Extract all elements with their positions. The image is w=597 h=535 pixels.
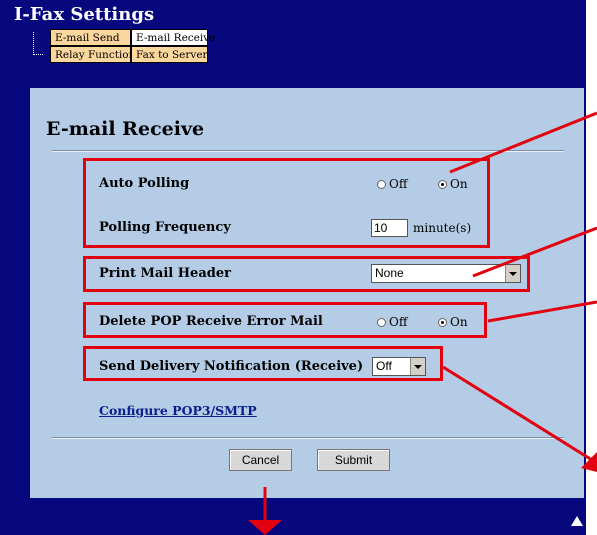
arrow-line-delete-pop	[487, 300, 597, 323]
arrow-line-delivery	[442, 365, 593, 462]
annotation-arrows	[248, 111, 597, 535]
arrow-line-mail-header	[472, 226, 597, 278]
arrow-head-down	[248, 520, 282, 535]
arrow-line-polling	[449, 111, 597, 174]
